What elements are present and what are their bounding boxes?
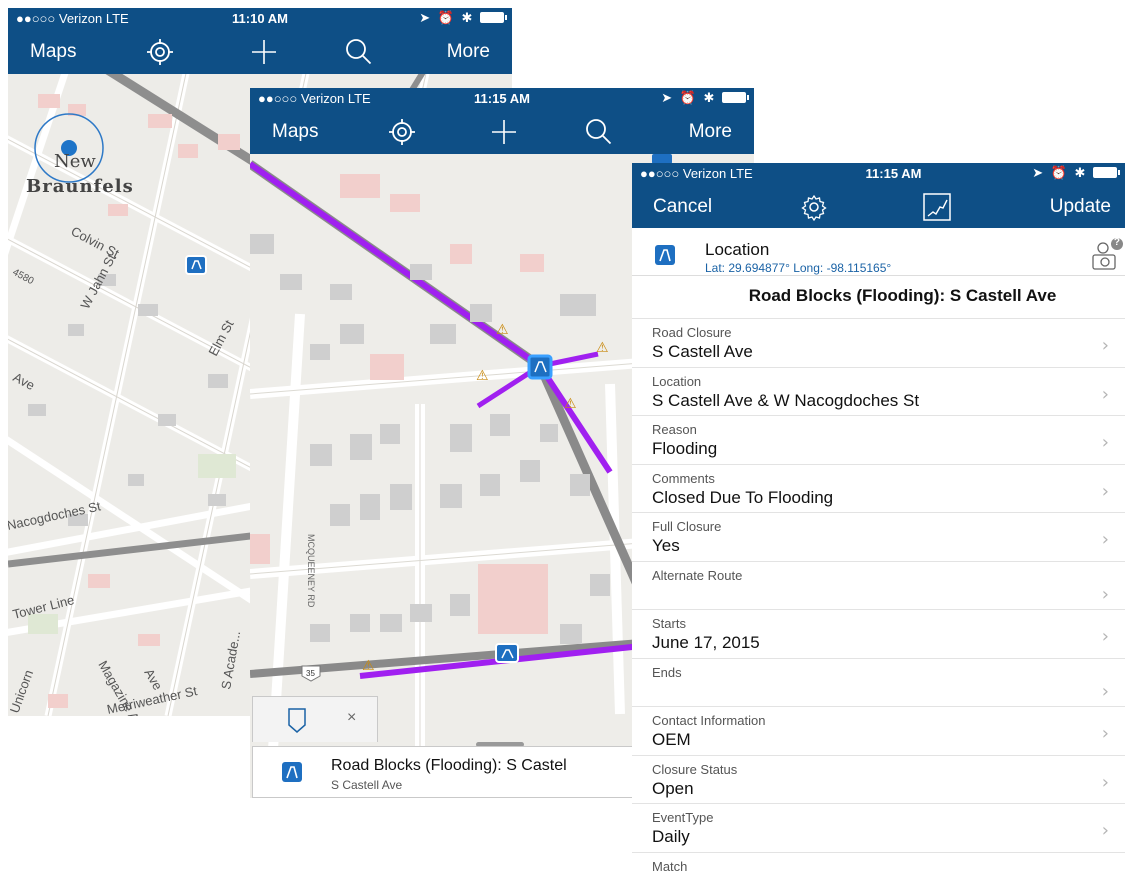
battery-icon [1093,167,1120,178]
popup-tabs: × [252,696,378,742]
result-title: Road Blocks (Flooding): S Castel [331,757,567,774]
svg-text:⚠: ⚠ [476,368,489,384]
road-closure-icon [282,762,302,782]
form-field-row[interactable]: Closure Status Open › [632,754,1125,804]
form-field-row[interactable]: Match› [632,851,1125,873]
chevron-right-icon: › [1101,771,1109,793]
interstate-shield: 35 [306,669,315,678]
field-label: Match [652,858,688,873]
field-value: Daily [652,827,690,846]
attachment-badge: ? [1113,237,1120,248]
field-label: Reason [652,422,697,437]
form-field-row[interactable]: Road Closure S Castell Ave › [632,318,1125,367]
field-value: S Castell Ave [652,342,753,361]
update-button[interactable]: Update [1050,196,1111,218]
edit-toolbar: Cancel Update [632,185,1125,229]
more-button[interactable]: More [447,41,490,63]
field-value: OEM [652,730,691,749]
place-label-new: New [54,151,96,172]
form-field-row[interactable]: Contact Information OEM › [632,706,1125,755]
form-field-row[interactable]: Reason Flooding › [632,415,1125,464]
close-icon[interactable]: × [347,709,356,727]
form-field-row[interactable]: Full Closure Yes › [632,512,1125,561]
chevron-right-icon: › [1101,383,1109,405]
phone-screen-3: ●●○○○ Verizon LTE 11:15 AM ➤ ⏰ ✱ Cancel … [632,163,1125,873]
road-closure-icon [655,245,675,265]
status-bar: ●●○○○ Verizon LTE 11:15 AM ➤ ⏰ ✱ [250,88,754,110]
field-label: Location [652,373,702,389]
chevron-right-icon: › [1101,529,1109,550]
map-toolbar: Maps More [250,110,754,154]
field-label: Ends [652,664,682,680]
plus-icon[interactable] [250,38,278,66]
edit-geometry-icon[interactable] [922,192,952,222]
form-field-row[interactable]: Alternate Route › [632,560,1125,610]
chevron-right-icon: › [1101,626,1109,647]
field-label: Full Closure [652,519,722,534]
svg-text:⚠: ⚠ [362,658,375,674]
form-field-row[interactable]: Ends › [632,657,1125,707]
cancel-button[interactable]: Cancel [653,196,712,218]
chevron-right-icon: › [1101,583,1109,605]
field-label: EventType [652,810,714,825]
plus-icon[interactable] [490,118,518,146]
street-label: MCQUEENEY RD [306,534,316,608]
field-value: Yes [652,536,680,555]
search-icon[interactable] [344,38,372,66]
field-value: June 17, 2015 [652,633,760,652]
place-label-braunfels: Braunfels [26,176,134,197]
form-field-row[interactable]: Starts June 17, 2015 › [632,609,1125,658]
maps-button[interactable]: Maps [272,121,318,143]
field-value: Open [652,778,694,798]
form-field-row[interactable]: Comments Closed Due To Flooding › [632,463,1125,513]
svg-text:⚠: ⚠ [496,322,509,338]
chevron-right-icon: › [1101,480,1109,502]
maps-button[interactable]: Maps [30,41,76,63]
form-field-row[interactable]: EventType Daily › [632,803,1125,852]
field-value: Flooding [652,439,718,458]
form-field-row[interactable]: Location S Castell Ave & W Nacogdoches St… [632,366,1125,416]
svg-text:⚠: ⚠ [596,340,609,356]
field-label: Alternate Route [652,567,743,583]
status-bar: ●●○○○ Verizon LTE 11:10 AM ➤ ⏰ ✱ [8,8,512,30]
location-title: Location [705,240,770,259]
chevron-right-icon: › [1101,723,1109,744]
location-row[interactable]: Location Lat: 29.694877° Long: -98.11516… [632,228,1125,276]
chevron-right-icon: › [1101,432,1109,453]
field-value: Closed Due To Flooding [652,487,834,507]
result-subtitle: S Castell Ave [331,778,403,792]
field-label: Comments [652,470,715,486]
locate-icon[interactable] [388,118,416,146]
field-label: Closure Status [652,761,738,777]
settings-gear-icon[interactable] [800,193,828,221]
chevron-right-icon: › [1101,335,1109,356]
status-icons: ➤ ⏰ ✱ [419,10,507,26]
form-title: Road Blocks (Flooding): S Castell Ave [748,286,1057,305]
status-bar: ●●○○○ Verizon LTE 11:15 AM ➤ ⏰ ✱ [632,163,1125,185]
status-icons: ➤ ⏰ ✱ [1032,165,1120,181]
field-value: S Castell Ave & W Nacogdoches St [652,390,920,410]
status-icons: ➤ ⏰ ✱ [661,90,749,106]
feature-form: Location Lat: 29.694877° Long: -98.11516… [632,228,1125,873]
map-toolbar: Maps More [8,30,512,74]
field-label: Starts [652,616,686,631]
search-icon[interactable] [584,118,612,146]
chevron-right-icon: › [1101,680,1109,702]
locate-icon[interactable] [146,38,174,66]
battery-icon [722,92,749,103]
field-label: Road Closure [652,325,732,340]
location-coords: Lat: 29.694877° Long: -98.115165° [705,261,892,275]
field-label: Contact Information [652,713,766,728]
more-button[interactable]: More [689,121,732,143]
svg-text:⚠: ⚠ [564,396,577,412]
pin-outline-icon[interactable] [287,707,307,733]
chevron-right-icon: › [1101,820,1109,841]
battery-icon [480,12,507,23]
